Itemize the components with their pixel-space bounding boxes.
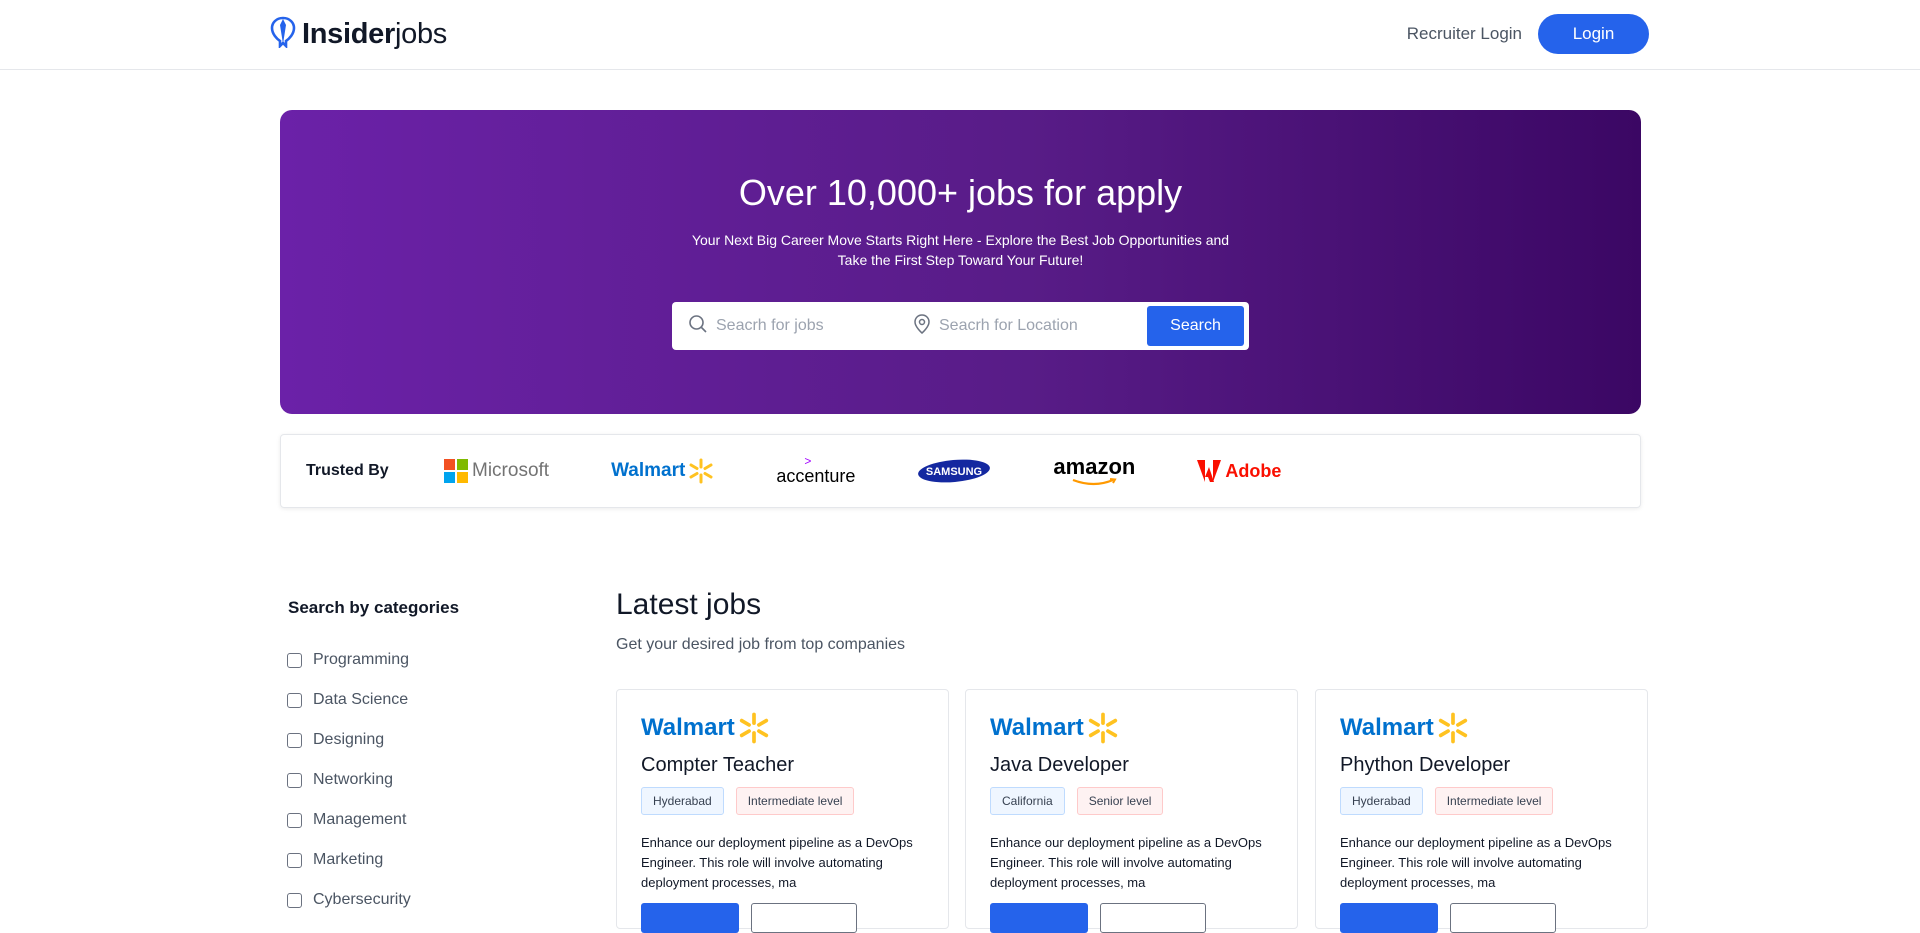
trusted-by-bar: Trusted By Microsoft Walmart > accenture…: [280, 434, 1641, 508]
navbar: Insiderjobs Recruiter Login Login: [0, 0, 1920, 70]
categories-title: Search by categories: [288, 598, 460, 617]
walmart-logo: Walmart: [641, 712, 924, 744]
category-checkbox[interactable]: [287, 732, 302, 748]
hero-title: Over 10,000+ jobs for apply: [738, 172, 1183, 213]
logo-text: Insiderjobs: [302, 18, 447, 50]
learn-more-button[interactable]: [1100, 903, 1206, 933]
location-tag: Hyderabad: [1340, 787, 1423, 815]
category-item[interactable]: Data Science: [287, 680, 411, 720]
job-title: Phython Developer: [1340, 754, 1511, 776]
job-card: Walmart Java Developer California Senior…: [965, 689, 1298, 933]
latest-jobs-subtitle: Get your desired job from top companies: [616, 636, 906, 653]
level-tag: Intermediate level: [735, 787, 855, 815]
search-jobs-input[interactable]: Seacrh for jobs: [716, 317, 824, 335]
category-item[interactable]: Cybersecurity: [287, 880, 411, 920]
job-card: Walmart Compter Teacher Hyderabad Interm…: [616, 689, 949, 933]
hero-subtitle: Your Next Big Career Move Starts Right H…: [691, 232, 1230, 268]
learn-more-button[interactable]: [751, 903, 857, 933]
category-checkbox[interactable]: [287, 772, 302, 788]
logo[interactable]: Insiderjobs: [270, 16, 447, 53]
location-search-field[interactable]: Seacrh for Location: [913, 313, 1138, 339]
job-title: Java Developer: [990, 754, 1129, 776]
hero-banner: Over 10,000+ jobs for apply Your Next Bi…: [280, 110, 1641, 414]
location-tag: Hyderabad: [641, 787, 724, 815]
category-item[interactable]: Designing: [287, 720, 411, 760]
logo-pin-icon: [270, 16, 296, 53]
location-pin-icon: [913, 313, 931, 339]
search-icon: [688, 314, 708, 339]
adobe-logo: Adobe: [1197, 460, 1281, 482]
level-tag: Senior level: [1076, 787, 1164, 815]
category-item[interactable]: Management: [287, 800, 411, 840]
apply-button[interactable]: [641, 903, 739, 933]
login-button[interactable]: Login: [1538, 14, 1649, 54]
walmart-logo: Walmart: [1340, 712, 1623, 744]
level-tag: Intermediate level: [1434, 787, 1554, 815]
recruiter-login-link[interactable]: Recruiter Login: [1407, 24, 1522, 44]
search-bar: Seacrh for jobs Seacrh for Location Sear…: [672, 302, 1249, 350]
category-checkbox[interactable]: [287, 892, 302, 908]
category-checkbox[interactable]: [287, 812, 302, 828]
category-item[interactable]: Networking: [287, 760, 411, 800]
amazon-logo: amazon: [1053, 456, 1135, 486]
latest-jobs-title: Latest jobs: [616, 588, 762, 621]
category-checkbox[interactable]: [287, 852, 302, 868]
category-item[interactable]: Programming: [287, 640, 411, 680]
apply-button[interactable]: [1340, 903, 1438, 933]
job-title: Compter Teacher: [641, 754, 795, 776]
trusted-by-label: Trusted By: [306, 462, 389, 479]
microsoft-logo: Microsoft: [444, 459, 549, 483]
job-description: Enhance our deployment pipeline as a Dev…: [1340, 835, 1612, 890]
category-checkbox[interactable]: [287, 692, 302, 708]
learn-more-button[interactable]: [1450, 903, 1556, 933]
job-card: Walmart Phython Developer Hyderabad Inte…: [1315, 689, 1648, 933]
job-description: Enhance our deployment pipeline as a Dev…: [641, 835, 913, 890]
walmart-logo: Walmart: [990, 712, 1273, 744]
search-button[interactable]: Search: [1147, 306, 1244, 346]
location-tag: California: [990, 787, 1065, 815]
search-location-input[interactable]: Seacrh for Location: [939, 317, 1078, 335]
samsung-logo: SAMSUNG: [917, 458, 991, 484]
category-list: Programming Data Science Designing Netwo…: [287, 640, 411, 920]
walmart-logo: Walmart: [611, 458, 714, 484]
job-description: Enhance our deployment pipeline as a Dev…: [990, 835, 1262, 890]
category-checkbox[interactable]: [287, 652, 302, 668]
job-search-field[interactable]: Seacrh for jobs: [688, 314, 913, 339]
category-item[interactable]: Marketing: [287, 840, 411, 880]
accenture-logo: > accenture: [776, 453, 856, 486]
apply-button[interactable]: [990, 903, 1088, 933]
svg-text:SAMSUNG: SAMSUNG: [926, 466, 982, 478]
